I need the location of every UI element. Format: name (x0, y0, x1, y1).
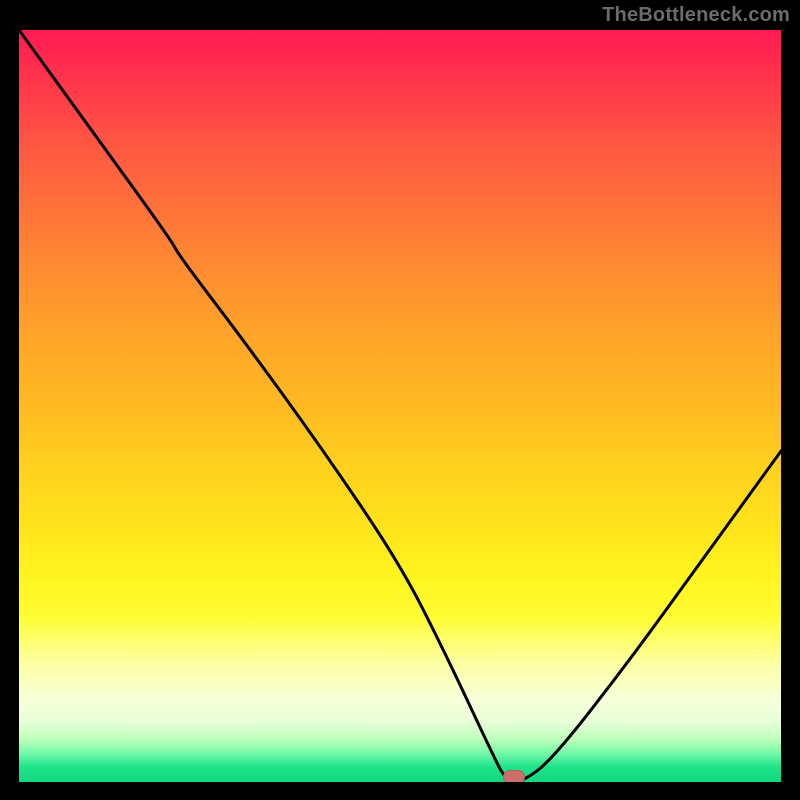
chart-frame: TheBottleneck.com (0, 0, 800, 800)
optimum-marker (503, 770, 525, 782)
plot-area (19, 30, 781, 782)
attribution-text: TheBottleneck.com (602, 4, 790, 27)
bottleneck-curve (19, 30, 781, 782)
